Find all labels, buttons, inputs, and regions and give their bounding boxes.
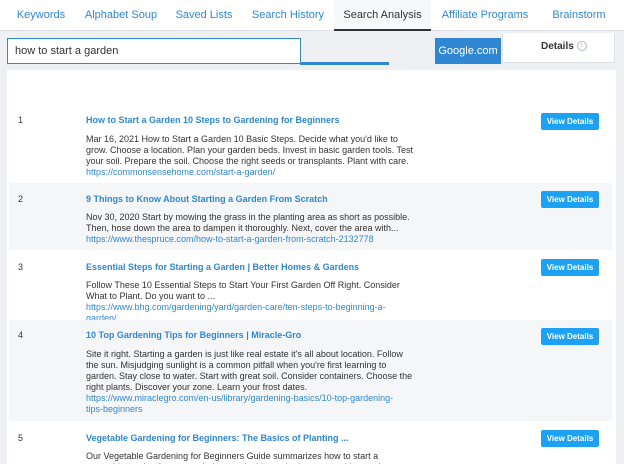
result-url[interactable]: https://www.thespruce.com/how-to-start-a… <box>86 234 406 245</box>
results-panel: 1 How to Start a Garden 10 Steps to Gard… <box>7 70 616 464</box>
result-snippet: Our Vegetable Gardening for Beginners Gu… <box>86 451 396 464</box>
result-title[interactable]: 10 Top Gardening Tips for Beginners | Mi… <box>86 330 301 340</box>
details-label: Details <box>541 41 574 52</box>
result-snippet: Follow These 10 Essential Steps to Start… <box>86 280 400 301</box>
result-row: 3 Essential Steps for Starting a Garden … <box>9 251 612 323</box>
tab-search-analysis[interactable]: Search Analysis <box>334 0 431 31</box>
search-bar: Google.com Detailsi <box>0 31 624 69</box>
result-title[interactable]: 9 Things to Know About Starting a Garden… <box>86 194 328 204</box>
result-snippet: Nov 30, 2020 Start by mowing the grass i… <box>86 212 410 233</box>
search-underline <box>300 62 389 65</box>
result-row: 4 10 Top Gardening Tips for Beginners | … <box>9 320 612 421</box>
result-title[interactable]: Vegetable Gardening for Beginners: The B… <box>86 433 349 443</box>
tab-affiliate-programs[interactable]: Affiliate Programs <box>440 0 530 31</box>
result-url[interactable]: https://commonsensehome.com/start-a-gard… <box>86 167 406 178</box>
tab-keywords[interactable]: Keywords <box>10 0 72 31</box>
result-row: 2 9 Things to Know About Starting a Gard… <box>9 183 612 250</box>
tab-bar: Keywords Alphabet Soup Saved Lists Searc… <box>0 0 624 31</box>
result-rank: 3 <box>18 262 24 272</box>
result-rank: 1 <box>18 115 24 125</box>
result-row: 5 Vegetable Gardening for Beginners: The… <box>9 422 612 464</box>
result-url[interactable]: https://www.miraclegro.com/en-us/library… <box>86 393 406 415</box>
result-snippet: Site it right. Starting a garden is just… <box>86 349 413 392</box>
result-rank: 5 <box>18 433 24 443</box>
tab-brainstorm[interactable]: Brainstorm <box>546 0 612 31</box>
view-details-button[interactable]: View Details <box>541 259 599 276</box>
result-snippet: Mar 16, 2021 How to Start a Garden 10 Ba… <box>86 134 414 166</box>
search-input[interactable] <box>7 38 301 64</box>
view-details-button[interactable]: View Details <box>541 113 599 130</box>
result-rank: 4 <box>18 330 24 340</box>
view-details-button[interactable]: View Details <box>541 191 599 208</box>
result-title[interactable]: Essential Steps for Starting a Garden | … <box>86 262 359 272</box>
view-details-button[interactable]: View Details <box>541 430 599 447</box>
search-engine-button[interactable]: Google.com <box>435 38 501 64</box>
details-toggle[interactable]: Details i <box>502 33 615 63</box>
result-row: 1 How to Start a Garden 10 Steps to Gard… <box>9 104 612 182</box>
result-title[interactable]: How to Start a Garden 10 Steps to Garden… <box>86 115 340 125</box>
info-icon: i <box>576 41 587 52</box>
tab-saved-lists[interactable]: Saved Lists <box>172 0 236 31</box>
tab-alphabet-soup[interactable]: Alphabet Soup <box>80 0 162 31</box>
result-rank: 2 <box>18 194 24 204</box>
tab-search-history[interactable]: Search History <box>248 0 328 31</box>
view-details-button[interactable]: View Details <box>541 328 599 345</box>
